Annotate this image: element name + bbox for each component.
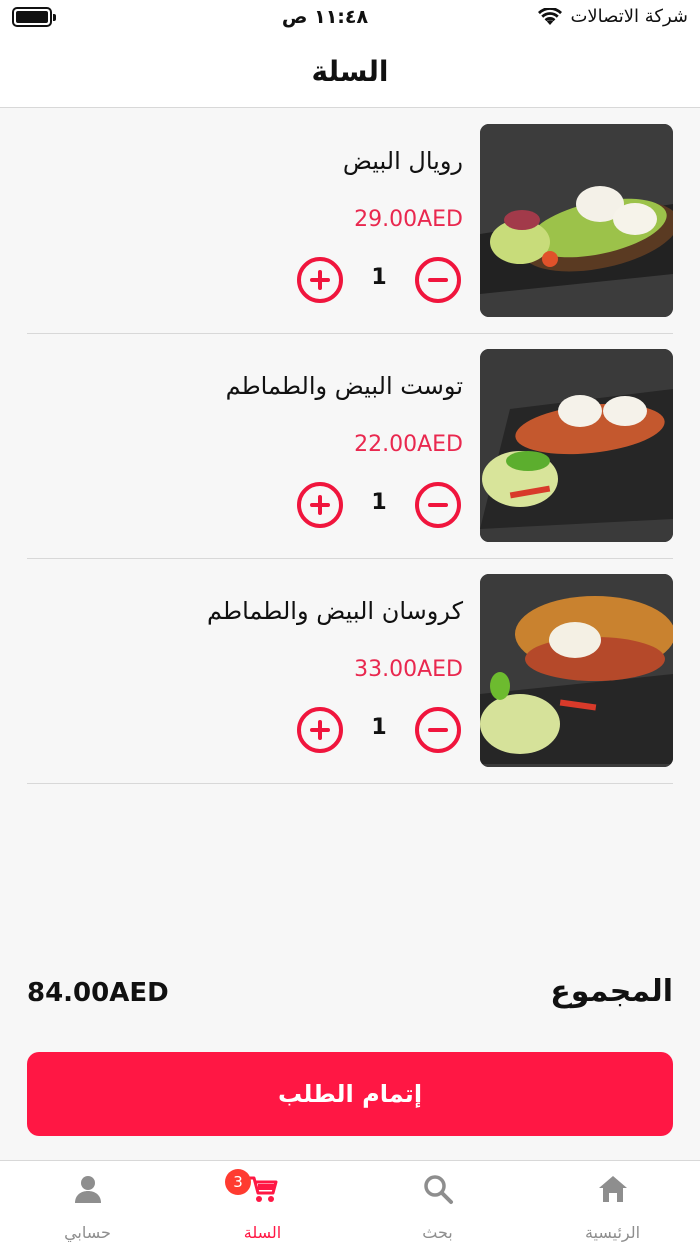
- item-name: رويال البيض: [342, 147, 463, 175]
- product-image: [480, 349, 673, 542]
- item-price: 29.00AED: [354, 207, 463, 232]
- increase-quantity-button[interactable]: [297, 707, 343, 753]
- tab-bar: حسابي 3 السلة بحث الرئيسية: [0, 1160, 700, 1244]
- carrier-name: شركة الاتصالات: [570, 6, 688, 27]
- item-quantity: 1: [371, 265, 387, 290]
- decrease-quantity-button[interactable]: [415, 707, 461, 753]
- total-label: المجموع: [550, 974, 673, 1009]
- decrease-quantity-button[interactable]: [415, 482, 461, 528]
- product-image: [480, 574, 673, 767]
- tab-label: الرئيسية: [584, 1223, 641, 1242]
- item-price: 33.00AED: [354, 657, 463, 682]
- quantity-stepper: 1: [297, 707, 461, 757]
- checkout-label: إتمام الطلب: [277, 1080, 423, 1108]
- status-bar: ١١:٤٨ ص شركة الاتصالات: [0, 0, 700, 36]
- tab-label: بحث: [422, 1223, 453, 1242]
- tab-search[interactable]: بحث: [350, 1161, 525, 1244]
- quantity-stepper: 1: [297, 482, 461, 532]
- minus-icon: [428, 728, 448, 732]
- product-image: [480, 124, 673, 317]
- item-name: كروسان البيض والطماطم: [207, 597, 463, 625]
- home-icon: [599, 1176, 627, 1202]
- tab-account[interactable]: حسابي: [0, 1161, 175, 1244]
- user-icon: [75, 1176, 101, 1203]
- page-header: السلة: [0, 36, 700, 108]
- total-value: 84.00AED: [27, 978, 169, 1008]
- item-quantity: 1: [371, 715, 387, 740]
- item-price: 22.00AED: [354, 432, 463, 457]
- cart-count-badge: 3: [225, 1169, 251, 1195]
- wifi-icon: [538, 7, 563, 25]
- cart-item: رويال البيض 29.00AED 1: [27, 109, 673, 334]
- tab-label: السلة: [243, 1223, 282, 1242]
- item-name: توست البيض والطماطم: [225, 372, 463, 400]
- tab-label: حسابي: [64, 1223, 111, 1242]
- cart-item: كروسان البيض والطماطم 33.00AED 1: [27, 559, 673, 784]
- search-icon: [424, 1175, 453, 1204]
- carrier-info: شركة الاتصالات: [538, 6, 688, 27]
- item-quantity: 1: [371, 490, 387, 515]
- increase-quantity-button[interactable]: [297, 482, 343, 528]
- tab-home[interactable]: الرئيسية: [525, 1161, 700, 1244]
- checkout-button[interactable]: إتمام الطلب: [27, 1052, 673, 1136]
- cart-item: توست البيض والطماطم 22.00AED 1: [27, 334, 673, 559]
- cart-icon: [249, 1176, 278, 1202]
- quantity-stepper: 1: [297, 257, 461, 307]
- minus-icon: [428, 278, 448, 282]
- increase-quantity-button[interactable]: [297, 257, 343, 303]
- decrease-quantity-button[interactable]: [415, 257, 461, 303]
- page-title: السلة: [311, 55, 389, 88]
- status-time: ١١:٤٨ ص: [281, 6, 369, 28]
- tab-cart[interactable]: 3 السلة: [175, 1161, 350, 1244]
- minus-icon: [428, 503, 448, 507]
